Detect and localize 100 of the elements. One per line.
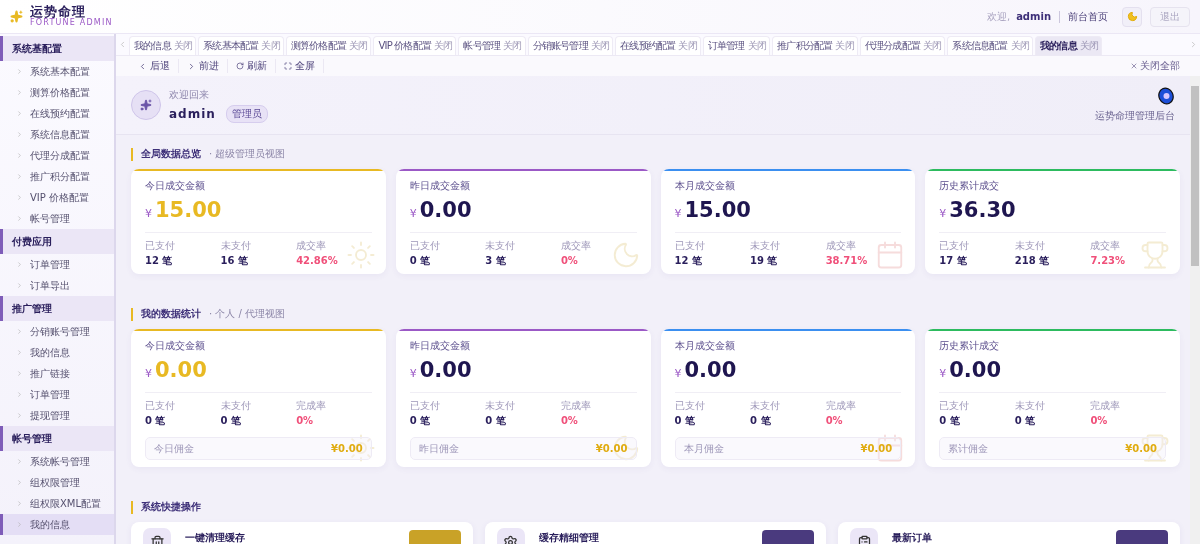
sidebar-item[interactable]: 代理分成配置 bbox=[0, 145, 114, 166]
chevron-right-icon bbox=[16, 282, 23, 289]
tab[interactable]: 代理分成配置 关闭 bbox=[859, 36, 946, 55]
clipboard-icon bbox=[856, 534, 872, 544]
refresh-button[interactable]: 刷新 bbox=[228, 59, 276, 73]
moon-icon bbox=[1126, 11, 1138, 22]
section-subtitle: · 超级管理员视图 bbox=[209, 147, 286, 161]
amount: 15.00 bbox=[684, 198, 751, 222]
stat-value: 0 笔 bbox=[409, 255, 432, 267]
sidebar-item[interactable]: 系统帐号管理 bbox=[0, 451, 114, 472]
close-all-button[interactable]: 关闭全部 bbox=[1124, 58, 1186, 74]
theme-toggle-button[interactable] bbox=[1122, 6, 1142, 27]
stat-value: 0% bbox=[296, 415, 315, 427]
sidebar-item[interactable]: 组权限XML配置 bbox=[0, 493, 114, 514]
sidebar-group[interactable]: 付费应用 bbox=[0, 229, 114, 254]
sidebar-item[interactable]: 系统基本配置 bbox=[0, 61, 114, 82]
welcome-text: 欢迎, bbox=[986, 10, 1011, 22]
stat-label: 成交率 bbox=[560, 240, 592, 252]
close-icon bbox=[1130, 62, 1138, 70]
commission-value: ¥0.00 bbox=[331, 443, 363, 454]
tab[interactable]: 系统信息配置 关闭 bbox=[947, 36, 1033, 55]
sidebar-item[interactable]: 我的信息 bbox=[0, 342, 114, 363]
tab[interactable]: 我的信息 关闭 bbox=[1034, 36, 1103, 55]
chevron-right-icon bbox=[16, 215, 23, 222]
amount: 15.00 bbox=[155, 198, 222, 222]
currency-sign: ¥ bbox=[145, 367, 152, 380]
stat-value: 0% bbox=[825, 415, 844, 427]
chevron-right-icon bbox=[16, 458, 23, 465]
scrollbar-thumb[interactable] bbox=[1191, 86, 1199, 266]
stat-label: 未支付 bbox=[485, 400, 517, 412]
tab[interactable]: 测算价格配置 关闭 bbox=[285, 36, 372, 55]
stat-label: 已支付 bbox=[145, 400, 176, 412]
sidebar-group[interactable]: 系统基配置 bbox=[0, 36, 114, 61]
tab[interactable]: 系统基本配置 关闭 bbox=[198, 36, 284, 55]
chevron-right-icon bbox=[16, 391, 23, 398]
sidebar-item[interactable]: 推广链接 bbox=[0, 363, 114, 384]
stat-value: 3 笔 bbox=[485, 255, 507, 267]
tab[interactable]: 帐号管理 关闭 bbox=[458, 36, 526, 55]
stat-label: 完成率 bbox=[296, 400, 328, 412]
stat-label: 未支付 bbox=[750, 400, 782, 412]
sun-icon bbox=[345, 240, 376, 270]
back-button[interactable]: 后退 bbox=[130, 59, 179, 73]
card-title: 历史累计成交 bbox=[939, 180, 1001, 192]
stat-value: 42.86% bbox=[296, 255, 339, 267]
back-icon bbox=[138, 61, 147, 71]
card-title: 今日成交金额 bbox=[145, 180, 206, 192]
card-title: 今日成交金额 bbox=[145, 340, 206, 352]
sidebar-group[interactable]: 帐号管理 bbox=[0, 426, 114, 451]
section-subtitle: · 个人 / 代理视图 bbox=[209, 307, 286, 321]
fullscreen-icon bbox=[284, 62, 292, 70]
commission-value: ¥0.00 bbox=[1125, 443, 1157, 454]
sidebar-item[interactable]: 提现管理 bbox=[0, 405, 114, 426]
sidebar-item[interactable]: 我的信息 bbox=[0, 514, 114, 535]
amount: 0.00 bbox=[155, 358, 207, 382]
tab[interactable]: 在线预约配置 关闭 bbox=[615, 36, 701, 55]
sidebar-item[interactable]: 帐号管理 bbox=[0, 208, 114, 229]
stat-label: 完成率 bbox=[560, 400, 592, 412]
sidebar-item[interactable]: 订单管理 bbox=[0, 384, 114, 405]
tab[interactable]: 推广积分配置 关闭 bbox=[772, 36, 858, 55]
stat-value: 0 笔 bbox=[750, 415, 772, 427]
stat-label: 已支付 bbox=[939, 240, 971, 252]
chevron-right-icon bbox=[16, 110, 23, 117]
sidebar-item[interactable]: VIP 价格配置 bbox=[0, 187, 114, 208]
currency-sign: ¥ bbox=[409, 207, 417, 220]
sidebar-item[interactable]: 订单导出 bbox=[0, 275, 114, 296]
sidebar-item[interactable]: 测算价格配置 bbox=[0, 82, 114, 103]
home-link[interactable]: 前台首页 bbox=[1068, 9, 1108, 24]
scroll-right-icon[interactable] bbox=[1189, 40, 1198, 49]
amount: 0.00 bbox=[419, 198, 472, 222]
amount: 36.30 bbox=[949, 198, 1016, 222]
sidebar-item[interactable]: 推广积分配置 bbox=[0, 166, 114, 187]
chevron-right-icon bbox=[16, 370, 23, 377]
chevron-right-icon bbox=[16, 68, 23, 75]
stat-label: 完成率 bbox=[1090, 400, 1122, 412]
sidebar-item[interactable]: 在线预约配置 bbox=[0, 103, 114, 124]
user-name: admin bbox=[1016, 10, 1051, 22]
stat-label: 成交率 bbox=[296, 240, 328, 252]
sparkle-icon bbox=[10, 10, 23, 23]
currency-sign: ¥ bbox=[939, 367, 947, 380]
stat-label: 未支付 bbox=[220, 400, 252, 412]
tab[interactable]: 我的信息 关闭 bbox=[129, 36, 197, 55]
scroll-left-icon[interactable] bbox=[118, 40, 127, 49]
commission-value: ¥0.00 bbox=[595, 443, 628, 454]
stat-label: 已支付 bbox=[145, 240, 176, 252]
role-tag: 管理员 bbox=[225, 104, 268, 123]
chevron-right-icon bbox=[16, 131, 23, 138]
sidebar-item[interactable]: 系统信息配置 bbox=[0, 124, 114, 145]
stat-value: 12 笔 bbox=[674, 255, 703, 267]
sidebar-item[interactable]: 订单管理 bbox=[0, 254, 114, 275]
forward-button[interactable]: 前进 bbox=[179, 59, 228, 73]
tab[interactable]: 订单管理 关闭 bbox=[702, 36, 771, 55]
stat-value: 0% bbox=[560, 415, 579, 427]
tab[interactable]: VIP 价格配置 关闭 bbox=[373, 36, 457, 55]
sidebar-item[interactable]: 组权限管理 bbox=[0, 472, 114, 493]
currency-sign: ¥ bbox=[674, 207, 682, 220]
sidebar-group[interactable]: 推广管理 bbox=[0, 296, 114, 321]
fullscreen-button[interactable]: 全屏 bbox=[276, 59, 324, 73]
tab[interactable]: 分销账号管理 关闭 bbox=[527, 36, 614, 55]
stat-value: 0 笔 bbox=[674, 415, 696, 427]
sidebar-item[interactable]: 分销账号管理 bbox=[0, 321, 114, 342]
